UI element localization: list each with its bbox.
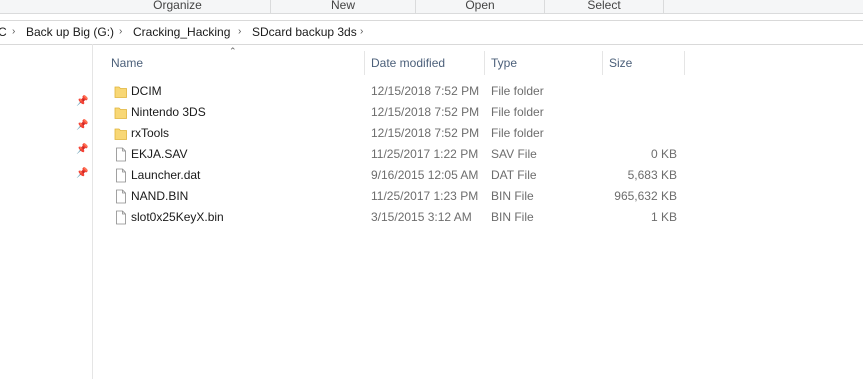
folder-icon bbox=[114, 107, 127, 119]
pin-icon[interactable]: 📌 bbox=[76, 145, 88, 155]
file-type: File folder bbox=[491, 84, 544, 98]
breadcrumb-separator-icon[interactable]: › bbox=[12, 24, 15, 40]
pin-icon[interactable]: 📌 bbox=[76, 169, 88, 179]
ribbon-group-open[interactable]: Open bbox=[416, 0, 545, 13]
file-type: BIN File bbox=[491, 189, 534, 203]
breadcrumb-drive[interactable]: Back up Big (G:) bbox=[26, 24, 114, 40]
breadcrumb-separator-icon[interactable]: › bbox=[238, 24, 241, 40]
file-name: DCIM bbox=[131, 84, 162, 98]
file-name: EKJA.SAV bbox=[131, 147, 188, 161]
ribbon-group-organize[interactable]: Organize bbox=[85, 0, 271, 13]
file-size bbox=[604, 123, 677, 144]
address-bar[interactable]: C › Back up Big (G:) › Cracking_Hacking … bbox=[0, 20, 863, 45]
file-name: NAND.BIN bbox=[131, 189, 189, 203]
file-date: 11/25/2017 1:22 PM bbox=[371, 147, 479, 161]
file-icon bbox=[116, 189, 126, 204]
column-header: Name Date modified Type Size bbox=[105, 51, 685, 75]
pin-icon[interactable]: 📌 bbox=[76, 97, 88, 107]
column-header-type[interactable]: Type bbox=[485, 51, 603, 75]
file-size: 5,683 KB bbox=[627, 168, 677, 182]
file-type: BIN File bbox=[491, 210, 534, 224]
file-date: 3/15/2015 3:12 AM bbox=[371, 210, 472, 224]
file-icon bbox=[116, 147, 126, 162]
list-item[interactable]: DCIM 12/15/2018 7:52 PM File folder bbox=[106, 81, 686, 102]
file-date: 12/15/2018 7:52 PM bbox=[371, 84, 480, 98]
list-item[interactable]: rxTools 12/15/2018 7:52 PM File folder bbox=[106, 123, 686, 144]
ribbon-group-select[interactable]: Select bbox=[545, 0, 664, 13]
file-size: 965,632 KB bbox=[614, 189, 677, 203]
column-header-name[interactable]: Name bbox=[105, 51, 365, 75]
breadcrumb-pc[interactable]: C bbox=[0, 24, 7, 40]
file-name: slot0x25KeyX.bin bbox=[131, 210, 224, 224]
breadcrumb-folder[interactable]: Cracking_Hacking bbox=[133, 24, 230, 40]
file-type: SAV File bbox=[491, 147, 537, 161]
file-icon bbox=[116, 210, 126, 225]
file-size bbox=[604, 81, 677, 102]
file-type: DAT File bbox=[491, 168, 537, 182]
breadcrumb-separator-icon[interactable]: › bbox=[119, 24, 122, 40]
ribbon-bar: Organize New Open Select bbox=[0, 0, 863, 14]
file-date: 11/25/2017 1:23 PM bbox=[371, 189, 479, 203]
list-item[interactable]: EKJA.SAV 11/25/2017 1:22 PM SAV File 0 K… bbox=[106, 144, 686, 165]
file-icon bbox=[116, 168, 126, 183]
file-name: Nintendo 3DS bbox=[131, 105, 206, 119]
list-item[interactable]: NAND.BIN 11/25/2017 1:23 PM BIN File 965… bbox=[106, 186, 686, 207]
column-header-date[interactable]: Date modified bbox=[365, 51, 485, 75]
file-name: rxTools bbox=[131, 126, 170, 140]
file-name: Launcher.dat bbox=[131, 168, 201, 182]
file-type: File folder bbox=[491, 105, 544, 119]
pin-icon[interactable]: 📌 bbox=[76, 121, 88, 131]
list-item[interactable]: Launcher.dat 9/16/2015 12:05 AM DAT File… bbox=[106, 165, 686, 186]
file-size bbox=[604, 102, 677, 123]
folder-icon bbox=[114, 128, 127, 140]
folder-icon bbox=[114, 86, 127, 98]
breadcrumb-current[interactable]: SDcard backup 3ds bbox=[252, 24, 357, 40]
list-item[interactable]: slot0x25KeyX.bin 3/15/2015 3:12 AM BIN F… bbox=[106, 207, 686, 228]
ribbon-group-new[interactable]: New bbox=[271, 0, 416, 13]
navigation-pane[interactable]: 📌 📌 📌 📌 bbox=[0, 44, 93, 379]
file-date: 12/15/2018 7:52 PM bbox=[371, 126, 480, 140]
column-header-size[interactable]: Size bbox=[603, 51, 685, 75]
file-date: 12/15/2018 7:52 PM bbox=[371, 105, 480, 119]
file-date: 9/16/2015 12:05 AM bbox=[371, 168, 479, 182]
file-type: File folder bbox=[491, 126, 544, 140]
breadcrumb-separator-icon[interactable]: › bbox=[360, 24, 363, 40]
file-size: 1 KB bbox=[650, 210, 677, 224]
list-item[interactable]: Nintendo 3DS 12/15/2018 7:52 PM File fol… bbox=[106, 102, 686, 123]
file-size: 0 KB bbox=[650, 147, 677, 161]
